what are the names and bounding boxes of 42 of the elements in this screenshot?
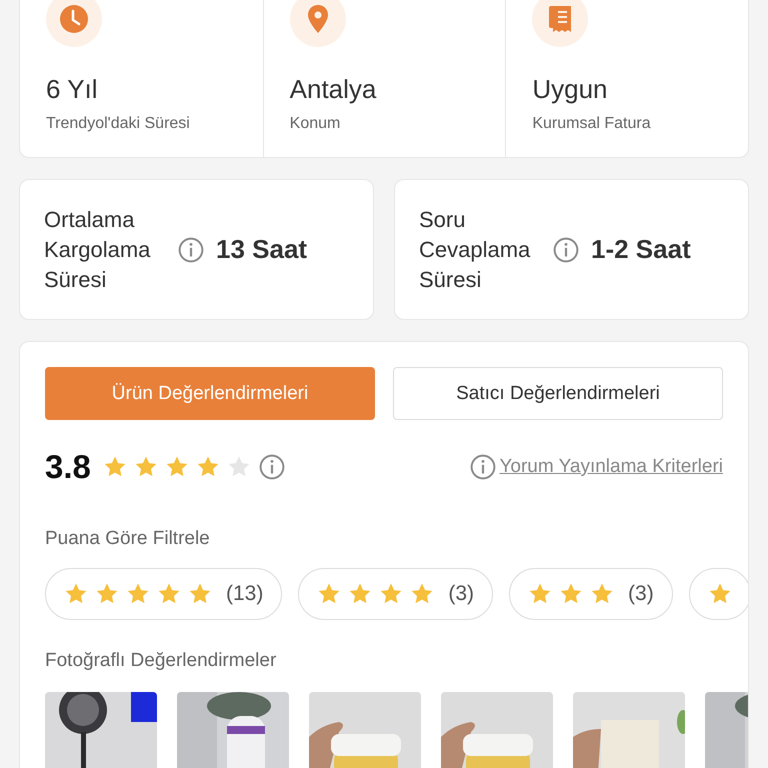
stat-value: 6 Yıl — [46, 74, 99, 105]
star-icon — [708, 582, 732, 606]
stat-label: Trendyol'daki Süresi — [46, 115, 191, 133]
receipt-icon — [532, 0, 588, 47]
stat-value: Uygun — [532, 74, 608, 105]
metric-value: 1-2 Saat — [591, 234, 691, 265]
star-icon — [134, 455, 158, 479]
criteria-link[interactable]: Yorum Yayınlama Kriterleri — [499, 456, 723, 478]
star-icon — [348, 582, 372, 606]
star-icon — [559, 582, 584, 606]
star-icon — [95, 582, 119, 606]
star-icon — [157, 582, 181, 606]
star-icon — [317, 582, 342, 606]
stat-label: Kurumsal Fatura — [532, 115, 652, 133]
rating-filter-chip[interactable]: (13) — [45, 568, 282, 620]
star-icon — [102, 455, 127, 479]
rating-score: 3.8 — [45, 448, 91, 486]
filter-title: Puana Göre Filtrele — [45, 528, 211, 550]
metric-label: Soru Cevaplama Süresi — [419, 206, 532, 294]
star-icon — [164, 455, 189, 479]
star-icon — [226, 455, 251, 479]
info-icon[interactable] — [258, 454, 285, 480]
stat-value: Antalya — [290, 74, 378, 105]
rating-filter-chip[interactable]: (3) — [509, 568, 673, 620]
info-icon[interactable] — [553, 236, 579, 262]
info-icon[interactable] — [470, 454, 496, 480]
info-icon[interactable] — [178, 236, 204, 262]
star-icon — [410, 582, 434, 606]
metric-label: Ortalama Kargolama Süresi — [44, 206, 152, 294]
pin-icon — [290, 0, 346, 47]
stat-label: Konum — [290, 115, 342, 133]
rating-filter-chip[interactable]: (3) — [298, 568, 494, 620]
star-icon — [126, 582, 150, 606]
star-icon — [379, 582, 404, 606]
star-icon — [188, 582, 212, 606]
star-icon — [590, 582, 614, 606]
metric-value: 13 Saat — [216, 234, 308, 265]
review-tab[interactable]: Satıcı Değerlendirmeleri — [393, 367, 723, 420]
star-icon — [196, 455, 220, 479]
star-icon — [528, 582, 552, 606]
photos-title: Fotoğraflı Değerlendirmeler — [45, 650, 278, 672]
star-icon — [64, 582, 88, 606]
